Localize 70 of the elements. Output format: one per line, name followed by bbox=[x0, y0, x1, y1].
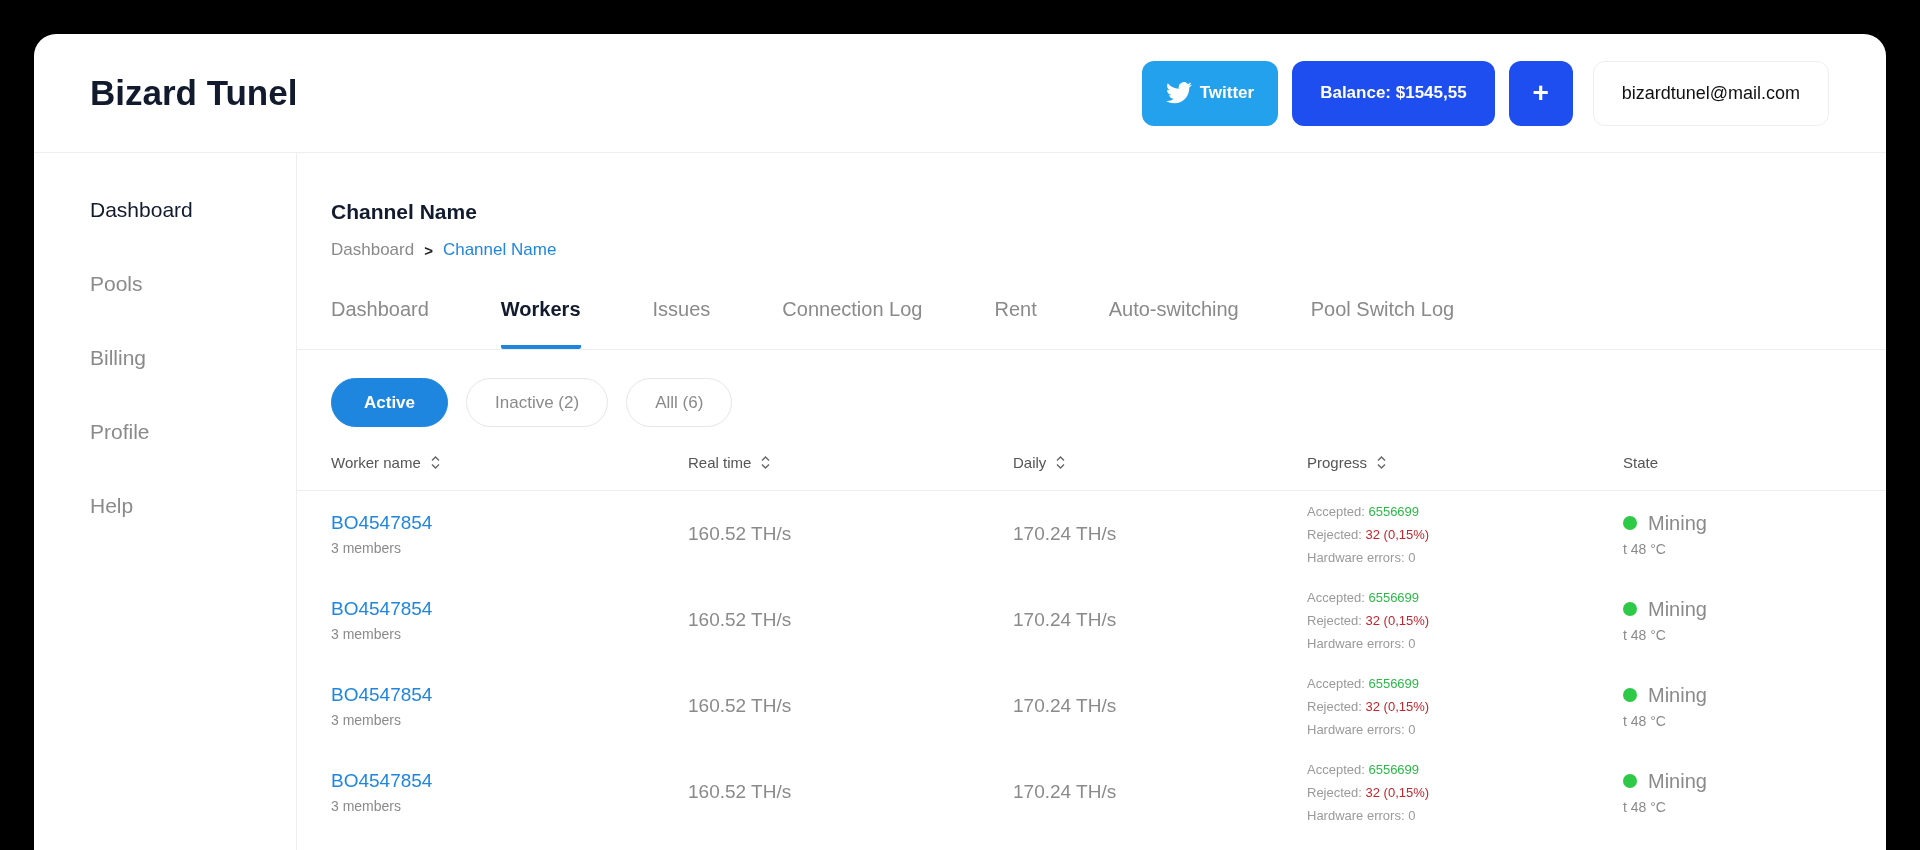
daily-hashrate: 170.24 TH/s bbox=[1013, 609, 1117, 631]
breadcrumb-link[interactable]: Dashboard bbox=[331, 240, 415, 260]
rejected-count: Rejected: 32 (0,15%) bbox=[1307, 784, 1430, 800]
member-count: 3 members bbox=[331, 798, 402, 814]
temperature: t 48 °C bbox=[1623, 798, 1666, 815]
daily-hashrate: 170.24 TH/s bbox=[1013, 523, 1117, 545]
tab[interactable]: Pool Switch Log bbox=[1310, 298, 1455, 349]
account-button[interactable]: bizardtunel@mail.com bbox=[1592, 60, 1829, 126]
tab[interactable]: Connection Log bbox=[782, 298, 923, 349]
sidebar-item[interactable]: Dashboard bbox=[90, 197, 296, 222]
filter-button[interactable]: Active bbox=[331, 378, 449, 427]
column-header: Worker name bbox=[331, 454, 421, 471]
breadcrumb-link[interactable]: Channel Name bbox=[442, 240, 557, 260]
temperature: t 48 °C bbox=[1623, 712, 1666, 729]
accepted-count: Accepted: 6556699 bbox=[1307, 589, 1420, 605]
column-header: Daily bbox=[1013, 454, 1047, 471]
tab[interactable]: Rent bbox=[994, 298, 1037, 349]
realtime-hashrate: 160.52 TH/s bbox=[688, 781, 792, 803]
accepted-count: Accepted: 6556699 bbox=[1307, 675, 1420, 691]
hardware-errors: Hardware errors: 0 bbox=[1307, 549, 1416, 565]
sort-icon[interactable] bbox=[430, 456, 440, 469]
page-title: Channel Name bbox=[331, 200, 478, 224]
status-text: Mining bbox=[1648, 769, 1707, 793]
status-text: Mining bbox=[1648, 597, 1707, 621]
filter-button[interactable]: Alll (6) bbox=[626, 378, 733, 427]
daily-hashrate: 170.24 TH/s bbox=[1013, 781, 1117, 803]
sidebar-item[interactable]: Help bbox=[90, 493, 296, 518]
balance-button[interactable]: Balance: $1545,55 bbox=[1292, 60, 1495, 126]
member-count: 3 members bbox=[331, 540, 402, 556]
accepted-count: Accepted: 6556699 bbox=[1307, 761, 1420, 777]
sidebar-item[interactable]: Billing bbox=[90, 345, 296, 370]
hardware-errors: Hardware errors: 0 bbox=[1307, 635, 1416, 651]
rejected-count: Rejected: 32 (0,15%) bbox=[1307, 698, 1430, 714]
column-header: State bbox=[1623, 454, 1659, 471]
sort-icon[interactable] bbox=[1056, 456, 1066, 469]
tab[interactable]: Workers bbox=[500, 298, 581, 349]
app-title: Bizard Tunel bbox=[90, 73, 298, 113]
realtime-hashrate: 160.52 TH/s bbox=[688, 609, 792, 631]
rejected-count: Rejected: 32 (0,15%) bbox=[1307, 526, 1430, 542]
add-button[interactable]: + bbox=[1508, 60, 1573, 126]
worker-link[interactable]: BO4547854 bbox=[331, 512, 433, 534]
hardware-errors: Hardware errors: 0 bbox=[1307, 807, 1416, 823]
rejected-count: Rejected: 32 (0,15%) bbox=[1307, 612, 1430, 628]
sort-icon[interactable] bbox=[1377, 456, 1387, 469]
bird-icon bbox=[1165, 82, 1192, 104]
realtime-hashrate: 160.52 TH/s bbox=[688, 695, 792, 717]
tab[interactable]: Issues bbox=[652, 298, 711, 349]
column-header: Progress bbox=[1307, 454, 1368, 471]
sidebar-item[interactable]: Profile bbox=[90, 419, 296, 444]
realtime-hashrate: 160.52 TH/s bbox=[688, 523, 792, 545]
worker-link[interactable]: BO4547854 bbox=[331, 770, 433, 792]
tab[interactable]: Auto-switching bbox=[1108, 298, 1239, 349]
member-count: 3 members bbox=[331, 626, 402, 642]
sort-icon[interactable] bbox=[761, 456, 771, 469]
member-count: 3 members bbox=[331, 712, 402, 728]
temperature: t 48 °C bbox=[1623, 540, 1666, 557]
worker-link[interactable]: BO4547854 bbox=[331, 598, 433, 620]
tab[interactable]: Dashboard bbox=[331, 298, 429, 349]
temperature: t 48 °C bbox=[1623, 626, 1666, 643]
worker-link[interactable]: BO4547854 bbox=[331, 684, 433, 706]
daily-hashrate: 170.24 TH/s bbox=[1013, 695, 1117, 717]
status-text: Mining bbox=[1648, 683, 1707, 707]
hardware-errors: Hardware errors: 0 bbox=[1307, 721, 1416, 737]
sidebar-item[interactable]: Pools bbox=[90, 271, 296, 296]
column-header: Real time bbox=[688, 454, 752, 471]
status-text: Mining bbox=[1648, 511, 1707, 535]
breadcrumb-separator: > bbox=[424, 241, 433, 259]
filter-button[interactable]: Inactive (2) bbox=[466, 378, 609, 427]
twitter-button[interactable]: Twitter bbox=[1141, 60, 1279, 126]
accepted-count: Accepted: 6556699 bbox=[1307, 503, 1420, 519]
